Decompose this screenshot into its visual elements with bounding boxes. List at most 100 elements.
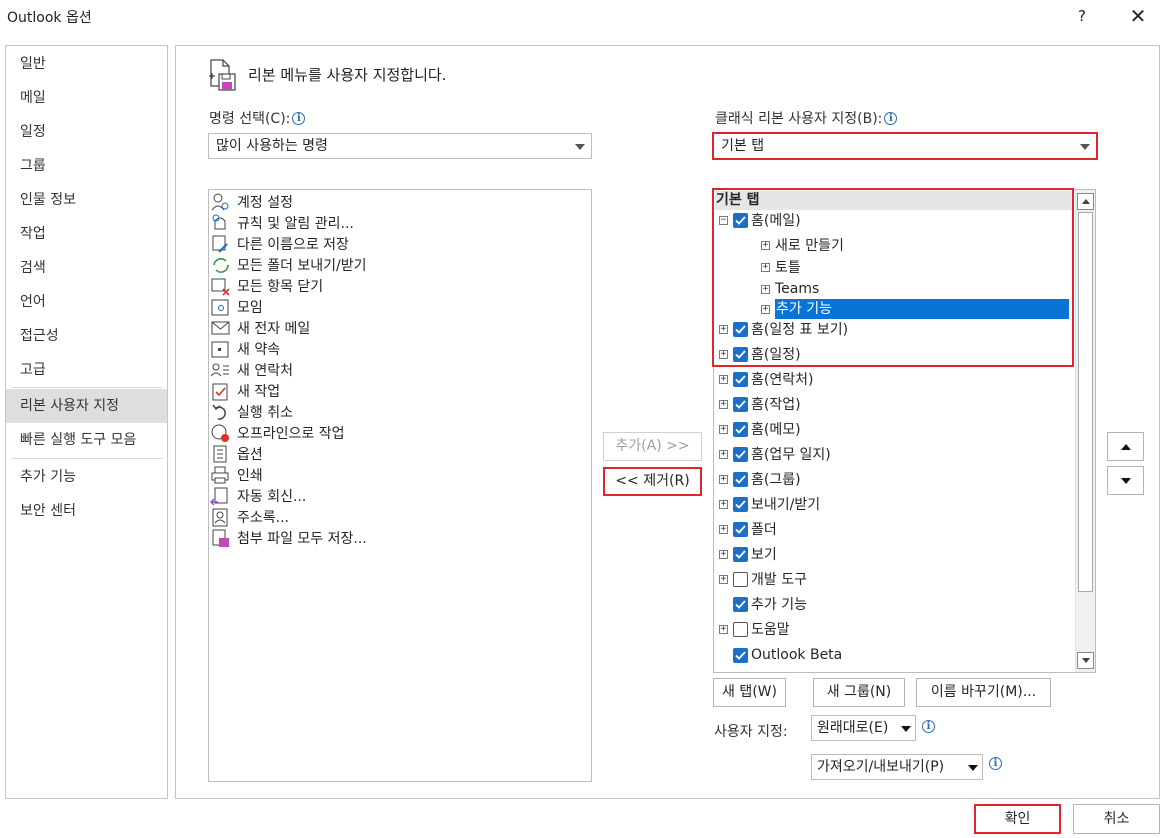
info-icon[interactable]: i bbox=[884, 112, 898, 125]
expand-icon[interactable]: + bbox=[719, 474, 728, 484]
tree-item[interactable]: + 홈(메모) bbox=[719, 417, 801, 441]
tree-item[interactable]: 추가 기능 bbox=[719, 592, 807, 616]
new-group-button[interactable]: 새 그룹(N) bbox=[813, 678, 905, 707]
new-tab-button[interactable]: 새 탭(W) bbox=[713, 678, 786, 707]
rename-button[interactable]: 이름 바꾸기(M)... bbox=[916, 678, 1051, 707]
tree-item[interactable]: + 폴더 bbox=[719, 517, 777, 541]
nav-item[interactable]: 언어 bbox=[6, 285, 167, 319]
tab-checkbox[interactable] bbox=[733, 546, 748, 562]
command-item[interactable]: 자동 회신... bbox=[209, 485, 306, 506]
nav-item[interactable]: 일반 bbox=[6, 47, 167, 81]
expand-icon[interactable]: + bbox=[719, 399, 728, 409]
tree-item[interactable]: + 새로 만들기 bbox=[761, 233, 844, 257]
expand-icon[interactable]: + bbox=[719, 499, 728, 509]
remove-button[interactable]: << 제거(R) bbox=[603, 467, 702, 496]
expand-icon[interactable]: + bbox=[719, 549, 728, 559]
tree-item[interactable]: + 홈(그룹) bbox=[719, 467, 801, 491]
tab-checkbox[interactable] bbox=[733, 496, 748, 512]
reset-dropdown[interactable]: 원래대로(E) bbox=[811, 715, 916, 741]
expand-icon[interactable]: + bbox=[719, 374, 728, 384]
tree-item[interactable]: Outlook Beta bbox=[719, 643, 842, 667]
nav-item[interactable]: 작업 bbox=[6, 217, 167, 251]
nav-item[interactable]: 메일 bbox=[6, 81, 167, 115]
tree-item[interactable]: + 홈(업무 일지) bbox=[719, 442, 831, 466]
scroll-down-button[interactable] bbox=[1077, 652, 1094, 669]
expand-icon[interactable]: + bbox=[761, 304, 770, 314]
choose-commands-dropdown[interactable]: 많이 사용하는 명령 bbox=[208, 133, 592, 159]
command-item[interactable]: 모임 bbox=[209, 296, 263, 317]
expand-icon[interactable]: + bbox=[719, 574, 728, 584]
tab-checkbox[interactable] bbox=[733, 346, 748, 362]
nav-item[interactable]: 리본 사용자 지정 bbox=[6, 389, 167, 423]
tab-checkbox[interactable] bbox=[733, 471, 748, 487]
command-item[interactable]: 인쇄 bbox=[209, 464, 263, 485]
nav-item[interactable]: 인물 정보 bbox=[6, 183, 167, 217]
ribbon-tree[interactable]: 기본 탭 − 홈(메일) + 새로 만들기 + 토틀 + Teams + 추가 기능 + 홈(일정 표… bbox=[713, 189, 1096, 673]
info-icon[interactable]: i bbox=[920, 719, 935, 735]
import-export-dropdown[interactable]: 가져오기/내보내기(P) bbox=[811, 754, 983, 780]
expand-icon[interactable]: + bbox=[719, 424, 728, 434]
expand-icon[interactable]: + bbox=[761, 284, 770, 294]
expand-icon[interactable]: + bbox=[719, 449, 728, 459]
command-item[interactable]: 모든 항목 닫기 bbox=[209, 275, 323, 296]
command-item[interactable]: 오프라인으로 작업 bbox=[209, 422, 345, 443]
cancel-button[interactable]: 취소 bbox=[1073, 804, 1160, 834]
tab-checkbox[interactable] bbox=[733, 647, 748, 663]
tab-checkbox[interactable] bbox=[733, 621, 748, 637]
command-item[interactable]: 다른 이름으로 저장 bbox=[209, 233, 349, 254]
nav-item[interactable]: 검색 bbox=[6, 251, 167, 285]
command-item[interactable]: 옵션 bbox=[209, 443, 263, 464]
nav-item[interactable]: 빠른 실행 도구 모음 bbox=[6, 423, 167, 457]
tree-item[interactable]: + 홈(연락처) bbox=[719, 367, 813, 391]
command-item[interactable]: 새 연락처 bbox=[209, 359, 293, 380]
tab-checkbox[interactable] bbox=[733, 521, 748, 537]
tree-item[interactable]: + 도움말 bbox=[719, 617, 790, 641]
nav-item[interactable]: 일정 bbox=[6, 115, 167, 149]
tab-checkbox[interactable] bbox=[733, 446, 748, 462]
help-button[interactable]: ? bbox=[1070, 4, 1094, 28]
command-item[interactable]: 첨부 파일 모두 저장... bbox=[209, 527, 367, 548]
tab-checkbox[interactable] bbox=[733, 321, 748, 337]
command-item[interactable]: 실행 취소 bbox=[209, 401, 293, 422]
tree-item[interactable]: + 홈(일정) bbox=[719, 342, 801, 366]
info-icon[interactable]: i bbox=[292, 112, 306, 125]
expand-icon[interactable]: + bbox=[719, 349, 728, 359]
nav-item[interactable]: 그룹 bbox=[6, 149, 167, 183]
add-button[interactable]: 추가(A) >> bbox=[603, 432, 702, 461]
command-item[interactable]: 새 약속 bbox=[209, 338, 280, 359]
ok-button[interactable]: 확인 bbox=[974, 804, 1061, 834]
close-button[interactable]: ✕ bbox=[1124, 4, 1152, 28]
expand-icon[interactable]: + bbox=[719, 524, 728, 534]
command-item[interactable]: 주소록... bbox=[209, 506, 289, 527]
expand-icon[interactable]: + bbox=[761, 240, 770, 250]
info-icon[interactable]: i bbox=[987, 756, 1002, 772]
scroll-thumb[interactable] bbox=[1078, 212, 1093, 592]
expand-icon[interactable]: + bbox=[719, 324, 728, 334]
scroll-up-button[interactable] bbox=[1077, 193, 1094, 210]
tree-item[interactable]: − 홈(메일) bbox=[719, 208, 801, 232]
customize-ribbon-dropdown[interactable]: 기본 탭 bbox=[712, 132, 1098, 160]
nav-item[interactable]: 추가 기능 bbox=[6, 460, 167, 494]
tab-checkbox[interactable] bbox=[733, 421, 748, 437]
tab-checkbox[interactable] bbox=[733, 212, 748, 228]
tree-item[interactable]: + 홈(일정 표 보기) bbox=[719, 317, 848, 341]
tree-item[interactable]: + 토틀 bbox=[761, 255, 801, 279]
command-item[interactable]: 새 작업 bbox=[209, 380, 280, 401]
tab-checkbox[interactable] bbox=[733, 371, 748, 387]
tab-checkbox[interactable] bbox=[733, 571, 748, 587]
command-item[interactable]: 계정 설정 bbox=[209, 191, 293, 212]
tree-item[interactable]: + 홈(작업) bbox=[719, 392, 801, 416]
nav-item[interactable]: 접근성 bbox=[6, 319, 167, 353]
expand-icon[interactable]: + bbox=[719, 624, 728, 634]
nav-item[interactable]: 보안 센터 bbox=[6, 494, 167, 528]
tab-checkbox[interactable] bbox=[733, 596, 748, 612]
command-item[interactable]: 모든 폴더 보내기/받기 bbox=[209, 254, 367, 275]
tree-item[interactable]: + 개발 도구 bbox=[719, 567, 807, 591]
tree-scrollbar[interactable] bbox=[1075, 190, 1095, 672]
expand-icon[interactable]: + bbox=[761, 262, 770, 272]
move-up-button[interactable] bbox=[1107, 432, 1144, 461]
tree-item[interactable]: + 보내기/받기 bbox=[719, 492, 820, 516]
commands-list[interactable]: 계정 설정 규칙 및 알림 관리... 다른 이름으로 저장 모든 폴더 보내기/받기… bbox=[208, 189, 592, 782]
move-down-button[interactable] bbox=[1107, 466, 1144, 495]
tab-checkbox[interactable] bbox=[733, 396, 748, 412]
